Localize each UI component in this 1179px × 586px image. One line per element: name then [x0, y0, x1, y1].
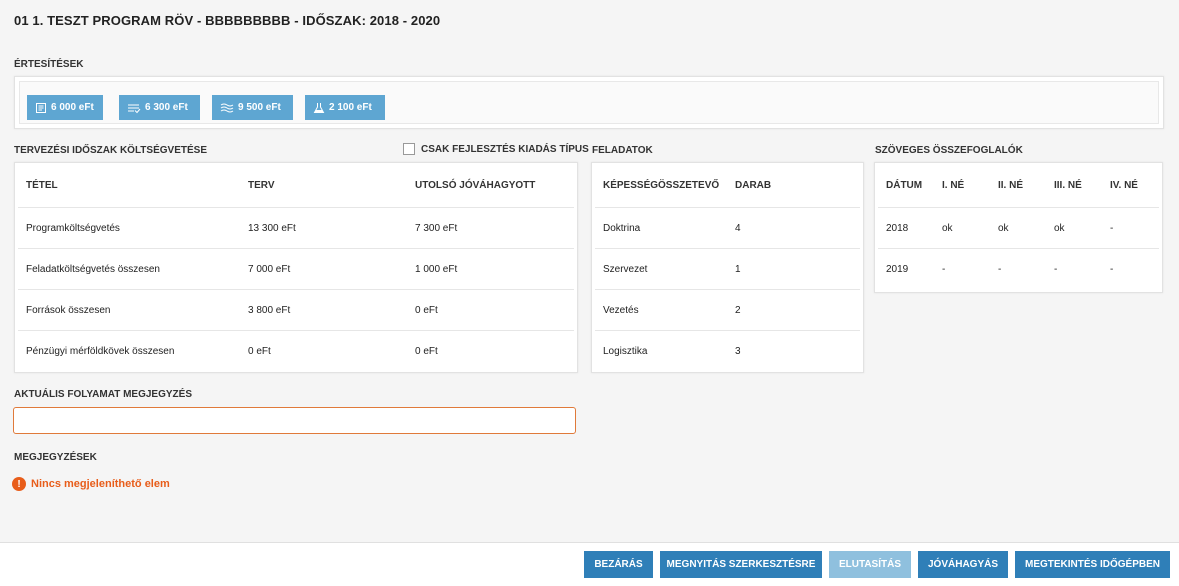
development-only-filter[interactable]: CSAK FEJLESZTÉS KIADÁS TÍPUS [403, 143, 589, 155]
table-cell: ok [942, 207, 998, 249]
notification-badge-waves[interactable]: 9 500 eFt [212, 95, 293, 120]
table-cell: Programköltségvetés [18, 207, 248, 249]
summaries-table: DÁTUM I. NÉ II. NÉ III. NÉ IV. NÉ 2018 o… [878, 163, 1159, 289]
table-cell: 3 [735, 330, 860, 371]
column-header-last-approved: UTOLSÓ JÓVÁHAGYOTT [415, 179, 536, 191]
table-cell: 2018 [878, 207, 942, 249]
table-cell: 2019 [878, 248, 942, 289]
development-only-checkbox-label: CSAK FEJLESZTÉS KIADÁS TÍPUS [421, 143, 589, 155]
page-title: 01 1. TESZT PROGRAM RÖV - BBBBBBBBB - ID… [14, 13, 441, 28]
current-note-label: AKTUÁLIS FOLYAMAT MEGJEGYZÉS [14, 389, 192, 400]
column-header-count: DARAB [735, 179, 772, 191]
budget-label: TERVEZÉSI IDŐSZAK KÖLTSÉGVETÉSE [14, 145, 207, 156]
table-row: Programköltségvetés 13 300 eFt 7 300 eFt [18, 207, 574, 249]
table-header-row: KÉPESSÉGÖSSZETEVŐ DARAB [595, 163, 860, 208]
table-cell: 0 eFt [415, 289, 574, 331]
table-cell: 7 000 eFt [248, 248, 415, 290]
notification-badge-value: 2 100 eFt [329, 102, 372, 113]
reject-button[interactable]: ELUTASÍTÁS [829, 551, 911, 578]
exclamation-icon: ! [12, 477, 26, 491]
budget-table: TÉTEL TERV UTOLSÓ JÓVÁHAGYOTT Programköl… [18, 163, 574, 371]
table-row: Logisztika 3 [595, 330, 860, 371]
notifications-strip: 6 000 eFt 6 300 eFt 9 500 eFt 2 100 eFt [19, 81, 1159, 124]
summaries-label: SZÖVEGES ÖSSZEFOGLALÓK [875, 145, 1023, 156]
approve-button[interactable]: JÓVÁHAGYÁS [918, 551, 1008, 578]
column-header-plan: TERV [248, 179, 275, 191]
table-cell: Logisztika [595, 330, 735, 371]
column-header-q2: II. NÉ [998, 179, 1024, 191]
table-cell: 0 eFt [415, 330, 574, 371]
table-cell: 0 eFt [248, 330, 415, 371]
table-cell: - [1054, 248, 1110, 289]
table-cell: Vezetés [595, 289, 735, 331]
table-cell: Doktrina [595, 207, 735, 249]
notes-empty-text: Nincs megjeleníthető elem [31, 478, 170, 490]
document-lines-icon [35, 102, 47, 114]
notification-badge-list[interactable]: 6 300 eFt [119, 95, 200, 120]
table-row: 2019 - - - - [878, 248, 1159, 289]
table-cell: Pénzügyi mérföldkövek összesen [18, 330, 248, 371]
table-cell: Szervezet [595, 248, 735, 290]
summaries-table-panel: DÁTUM I. NÉ II. NÉ III. NÉ IV. NÉ 2018 o… [874, 162, 1163, 293]
column-header-q4: IV. NÉ [1110, 179, 1138, 191]
list-check-icon [127, 102, 141, 114]
action-footer: BEZÁRÁS MEGNYITÁS SZERKESZTÉSRE ELUTASÍT… [0, 542, 1179, 586]
notes-empty-message: ! Nincs megjeleníthető elem [12, 477, 170, 491]
development-only-checkbox[interactable] [403, 143, 415, 155]
column-header-item: TÉTEL [26, 179, 58, 191]
tasks-label: FELADATOK [592, 145, 653, 156]
table-cell: 7 300 eFt [415, 207, 574, 249]
column-header-q1: I. NÉ [942, 179, 965, 191]
table-row: Források összesen 3 800 eFt 0 eFt [18, 289, 574, 331]
table-cell: ok [1054, 207, 1110, 249]
notification-badge-value: 6 300 eFt [145, 102, 188, 113]
table-cell: - [1110, 248, 1159, 289]
notification-badge-flask[interactable]: 2 100 eFt [305, 95, 385, 120]
column-header-date: DÁTUM [886, 179, 923, 191]
budget-table-panel: TÉTEL TERV UTOLSÓ JÓVÁHAGYOTT Programköl… [14, 162, 578, 373]
notes-label: MEGJEGYZÉSEK [14, 452, 97, 463]
current-note-input[interactable] [13, 407, 576, 434]
tasks-table-panel: KÉPESSÉGÖSSZETEVŐ DARAB Doktrina 4 Szerv… [591, 162, 864, 373]
view-in-timemachine-button[interactable]: MEGTEKINTÉS IDŐGÉPBEN [1015, 551, 1170, 578]
table-cell: 1 [735, 248, 860, 290]
table-cell: 13 300 eFt [248, 207, 415, 249]
notifications-label: ÉRTESÍTÉSEK [14, 59, 84, 70]
table-cell: 4 [735, 207, 860, 249]
table-row: Feladatköltségvetés összesen 7 000 eFt 1… [18, 248, 574, 290]
table-row: Szervezet 1 [595, 248, 860, 290]
table-cell: - [1110, 207, 1159, 249]
table-cell: Feladatköltségvetés összesen [18, 248, 248, 290]
table-cell: - [998, 248, 1054, 289]
open-for-editing-button[interactable]: MEGNYITÁS SZERKESZTÉSRE [660, 551, 822, 578]
close-button[interactable]: BEZÁRÁS [584, 551, 653, 578]
table-row: Pénzügyi mérföldkövek összesen 0 eFt 0 e… [18, 330, 574, 371]
table-cell: Források összesen [18, 289, 248, 331]
notifications-panel: 6 000 eFt 6 300 eFt 9 500 eFt 2 100 eFt [14, 76, 1164, 129]
table-row: Vezetés 2 [595, 289, 860, 331]
table-row: 2018 ok ok ok - [878, 207, 1159, 249]
table-header-row: DÁTUM I. NÉ II. NÉ III. NÉ IV. NÉ [878, 163, 1159, 208]
column-header-capability: KÉPESSÉGÖSSZETEVŐ [603, 179, 720, 191]
table-cell: - [942, 248, 998, 289]
tasks-table: KÉPESSÉGÖSSZETEVŐ DARAB Doktrina 4 Szerv… [595, 163, 860, 371]
column-header-q3: III. NÉ [1054, 179, 1082, 191]
table-cell: 2 [735, 289, 860, 331]
notification-badge-value: 6 000 eFt [51, 102, 94, 113]
waves-icon [220, 102, 234, 114]
table-cell: 1 000 eFt [415, 248, 574, 290]
table-header-row: TÉTEL TERV UTOLSÓ JÓVÁHAGYOTT [18, 163, 574, 208]
flask-icon [313, 102, 325, 114]
table-cell: ok [998, 207, 1054, 249]
table-cell: 3 800 eFt [248, 289, 415, 331]
table-row: Doktrina 4 [595, 207, 860, 249]
notification-badge-value: 9 500 eFt [238, 102, 281, 113]
notification-badge-document[interactable]: 6 000 eFt [27, 95, 103, 120]
